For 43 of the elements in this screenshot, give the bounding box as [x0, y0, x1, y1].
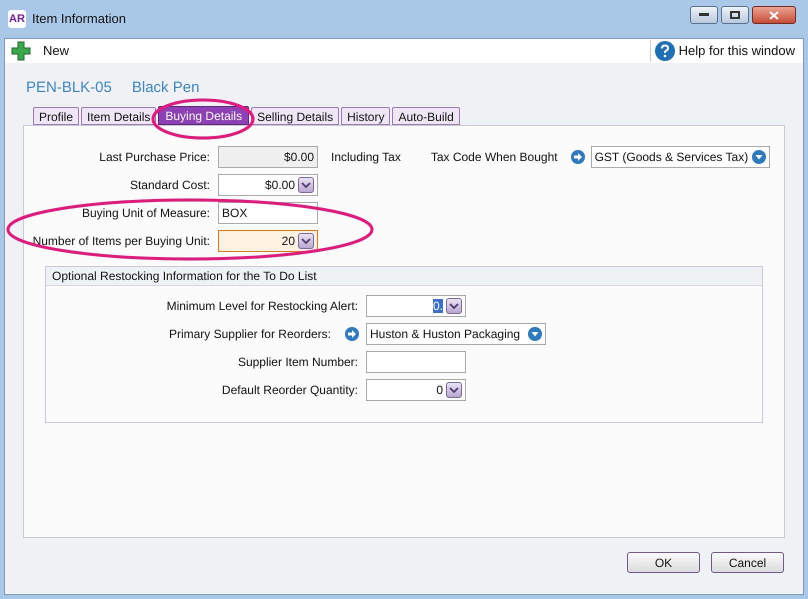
field-label: Buying Unit of Measure: — [82, 205, 210, 222]
field-label: Number of Items per Buying Unit: — [32, 233, 210, 250]
tab[interactable]: Selling Details — [251, 107, 340, 125]
field-label: Tax Code When Bought — [430, 149, 558, 166]
maximize-icon — [730, 11, 740, 19]
dropdown-field[interactable]: 0 — [366, 379, 466, 401]
field-label: Minimum Level for Restocking Alert: — [166, 298, 358, 315]
minimize-button[interactable] — [690, 6, 718, 24]
input-field[interactable]: BOX — [218, 202, 318, 224]
item-number: PEN-BLK-05 — [26, 78, 112, 98]
field-label: Last Purchase Price: — [99, 149, 210, 166]
window-title: Item Information — [32, 10, 126, 28]
close-icon — [769, 10, 779, 20]
dropdown-field[interactable]: $0.00 — [218, 174, 318, 196]
dialog-button[interactable]: Cancel — [711, 552, 784, 573]
tab[interactable]: History — [341, 107, 390, 125]
tab[interactable]: Item Details — [81, 107, 156, 125]
dropdown-field[interactable]: Huston & Huston Packaging — [366, 323, 546, 345]
input-field[interactable] — [366, 351, 466, 373]
tab[interactable]: Profile — [33, 107, 80, 125]
maximize-button[interactable] — [721, 6, 749, 24]
input-field: $0.00 — [218, 146, 318, 168]
dropdown-field[interactable]: GST (Goods & Services Tax) — [590, 146, 770, 168]
field-label: Standard Cost: — [130, 177, 210, 194]
app-logo: AR — [8, 10, 26, 28]
dropdown-field[interactable]: 0. — [366, 295, 466, 317]
minimize-icon — [699, 13, 709, 17]
close-button[interactable] — [752, 6, 796, 24]
help-button[interactable]: Help for this window — [654, 40, 799, 62]
lookup-arrow-icon[interactable] — [345, 327, 359, 341]
field-label: Supplier Item Number: — [238, 354, 358, 371]
dropdown-field[interactable]: 20 — [218, 230, 318, 252]
tab[interactable]: Auto-Build — [392, 107, 460, 125]
dialog-button[interactable]: OK — [627, 552, 700, 573]
item-name: Black Pen — [132, 78, 200, 98]
lookup-arrow-icon[interactable] — [570, 150, 585, 164]
including-tax-label: Including Tax — [331, 149, 401, 166]
plus-icon — [11, 41, 31, 61]
group-title: Optional Restocking Information for the To Do List — [52, 268, 317, 285]
new-button[interactable]: New — [9, 40, 72, 62]
field-label: Default Reorder Quantity: — [222, 382, 358, 399]
field-label: Primary Supplier for Reorders: — [168, 326, 331, 343]
tab[interactable]: Buying Details — [158, 106, 250, 125]
